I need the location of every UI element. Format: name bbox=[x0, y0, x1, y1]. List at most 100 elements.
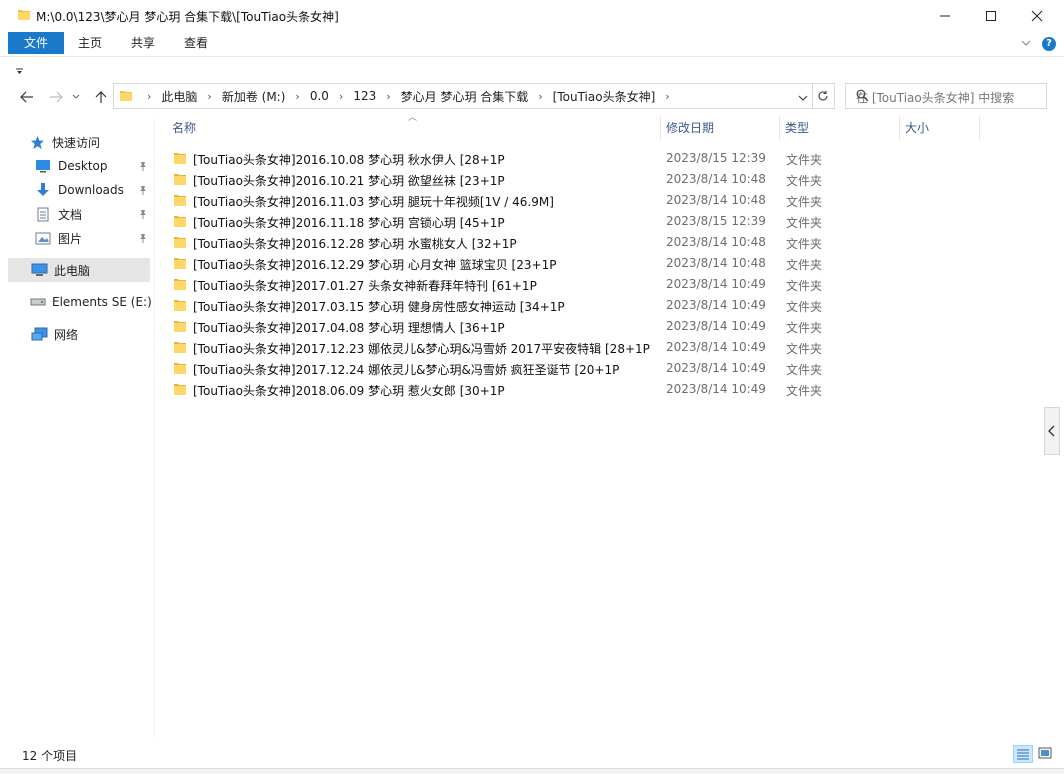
crumb-folder-00[interactable]: 0.0 bbox=[310, 89, 329, 103]
details-pane-toggle[interactable] bbox=[1044, 407, 1060, 455]
search-input[interactable]: 在 [TouTiao头条女神] 中搜索 bbox=[845, 83, 1047, 109]
chevron-right-icon[interactable]: › bbox=[339, 90, 343, 103]
table-row[interactable]: [TouTiao头条女神]2016.10.08 梦心玥 秋水伊人 [28+1P 2… bbox=[170, 148, 1025, 169]
pin-icon[interactable] bbox=[138, 184, 148, 198]
file-name[interactable]: [TouTiao头条女神]2017.12.24 娜依灵儿&梦心玥&冯雪娇 疯狂圣… bbox=[193, 361, 619, 378]
file-name[interactable]: [TouTiao头条女神]2018.06.09 梦心玥 惹火女郎 [30+1P bbox=[193, 382, 505, 399]
address-dropdown-icon[interactable] bbox=[798, 91, 808, 105]
folder-icon bbox=[173, 340, 187, 357]
file-name[interactable]: [TouTiao头条女神]2017.03.15 梦心玥 健身房性感女神运动 [3… bbox=[193, 298, 565, 315]
window-maximize-button[interactable] bbox=[968, 0, 1014, 31]
back-arrow-icon[interactable] bbox=[18, 88, 36, 106]
file-modified-date: 2023/8/14 10:49 bbox=[666, 277, 766, 291]
refresh-icon bbox=[818, 91, 828, 101]
table-row[interactable]: [TouTiao头条女神]2016.11.18 梦心玥 宫锁心玥 [45+1P 2… bbox=[170, 211, 1025, 232]
table-row[interactable]: [TouTiao头条女神]2016.12.29 梦心玥 心月女神 篮球宝贝 [2… bbox=[170, 253, 1025, 274]
table-row[interactable]: [TouTiao头条女神]2017.12.24 娜依灵儿&梦心玥&冯雪娇 疯狂圣… bbox=[170, 358, 1025, 379]
pin-icon[interactable] bbox=[138, 208, 148, 222]
nav-drive[interactable]: Elements SE (E:) bbox=[30, 290, 152, 314]
file-name[interactable]: [TouTiao头条女神]2016.10.21 梦心玥 欲望丝袜 [23+1P bbox=[193, 172, 505, 189]
nav-desktop[interactable]: Desktop bbox=[34, 154, 150, 178]
chevron-right-icon[interactable]: › bbox=[207, 90, 211, 103]
crumb-this-pc[interactable]: 此电脑 bbox=[161, 88, 197, 105]
dropdown-arrow-icon[interactable] bbox=[16, 65, 24, 79]
window-minimize-btn[interactable] bbox=[922, 0, 968, 31]
recent-locations-icon[interactable] bbox=[71, 88, 81, 106]
file-name[interactable]: [TouTiao头条女神]2016.12.29 梦心玥 心月女神 篮球宝贝 [2… bbox=[193, 256, 556, 273]
folder-icon bbox=[173, 298, 187, 315]
forward-arrow-icon[interactable] bbox=[47, 88, 65, 106]
help-icon[interactable]: ? bbox=[1042, 37, 1056, 51]
file-name[interactable]: [TouTiao头条女神]2016.12.28 梦心玥 水蜜桃女人 [32+1P bbox=[193, 235, 517, 252]
column-divider[interactable] bbox=[660, 116, 661, 140]
file-name[interactable]: [TouTiao头条女神]2016.11.03 梦心玥 腿玩十年视频[1V / … bbox=[193, 193, 554, 210]
table-row[interactable]: [TouTiao头条女神]2017.12.23 娜依灵儿&梦心玥&冯雪娇 201… bbox=[170, 337, 1025, 358]
window-title: M:\0.0\123\梦心月 梦心玥 合集下载\[TouTiao头条女神] bbox=[36, 10, 339, 24]
refresh-button[interactable] bbox=[812, 83, 835, 109]
folder-icon bbox=[173, 256, 187, 273]
chevron-down-icon[interactable] bbox=[1021, 37, 1031, 51]
file-type: 文件夹 bbox=[786, 342, 823, 356]
title-bar: M:\0.0\123\梦心月 梦心玥 合集下载\[TouTiao头条女神] bbox=[0, 0, 1064, 31]
file-modified-date: 2023/8/14 10:48 bbox=[666, 193, 766, 207]
file-name[interactable]: [TouTiao头条女神]2017.04.08 梦心玥 理想情人 [36+1P bbox=[193, 319, 505, 336]
tab-file[interactable]: 文件 bbox=[8, 32, 64, 54]
star-icon bbox=[28, 134, 46, 150]
column-header-name[interactable]: 名称 bbox=[172, 114, 196, 142]
file-modified-date: 2023/8/14 10:49 bbox=[666, 319, 766, 333]
crumb-folder-123[interactable]: 123 bbox=[353, 89, 376, 103]
table-row[interactable]: [TouTiao头条女神]2017.03.15 梦心玥 健身房性感女神运动 [3… bbox=[170, 295, 1025, 316]
chevron-right-icon[interactable]: › bbox=[538, 90, 542, 103]
nav-pictures[interactable]: 图片 bbox=[34, 226, 150, 250]
table-row[interactable]: [TouTiao头条女神]2018.06.09 梦心玥 惹火女郎 [30+1P 2… bbox=[170, 379, 1025, 400]
folder-icon bbox=[17, 7, 31, 24]
crumb-current[interactable]: [TouTiao头条女神] bbox=[553, 88, 656, 105]
file-name[interactable]: [TouTiao头条女神]2016.11.18 梦心玥 宫锁心玥 [45+1P bbox=[193, 214, 505, 231]
chevron-right-icon[interactable]: › bbox=[147, 90, 151, 103]
chevron-right-icon[interactable]: › bbox=[665, 90, 669, 103]
column-header-type[interactable]: 类型 bbox=[785, 114, 809, 142]
window-close-button[interactable] bbox=[1014, 0, 1060, 31]
column-divider[interactable] bbox=[979, 116, 980, 140]
nav-network[interactable]: 网络 bbox=[30, 322, 150, 346]
chevron-right-icon[interactable]: › bbox=[295, 90, 299, 103]
table-row[interactable]: [TouTiao头条女神]2016.11.03 梦心玥 腿玩十年视频[1V / … bbox=[170, 190, 1025, 211]
table-row[interactable]: [TouTiao头条女神]2017.04.08 梦心玥 理想情人 [36+1P 2… bbox=[170, 316, 1025, 337]
table-row[interactable]: [TouTiao头条女神]2017.01.27 头条女神新春拜年特刊 [61+1… bbox=[170, 274, 1025, 295]
large-icons-view-button[interactable] bbox=[1036, 745, 1054, 761]
folder-icon bbox=[173, 319, 187, 336]
table-row[interactable]: [TouTiao头条女神]2016.12.28 梦心玥 水蜜桃女人 [32+1P… bbox=[170, 232, 1025, 253]
picture-icon bbox=[34, 230, 52, 246]
address-bar[interactable]: › 此电脑 › 新加卷 (M:) › 0.0 › 123 › 梦心月 梦心玥 合… bbox=[113, 83, 813, 109]
column-divider[interactable] bbox=[899, 116, 900, 140]
crumb-drive[interactable]: 新加卷 (M:) bbox=[222, 88, 286, 105]
file-type: 文件夹 bbox=[786, 195, 823, 209]
table-row[interactable]: [TouTiao头条女神]2016.10.21 梦心玥 欲望丝袜 [23+1P 2… bbox=[170, 169, 1025, 190]
file-name[interactable]: [TouTiao头条女神]2017.01.27 头条女神新春拜年特刊 [61+1… bbox=[193, 277, 537, 294]
nav-this-pc[interactable]: 此电脑 bbox=[8, 258, 150, 282]
nav-quick-access[interactable]: 快速访问 bbox=[28, 130, 150, 154]
tab-share[interactable]: 共享 bbox=[123, 32, 163, 54]
details-view-button[interactable] bbox=[1013, 745, 1033, 763]
nav-downloads[interactable]: Downloads bbox=[34, 178, 150, 202]
chevron-right-icon[interactable]: › bbox=[386, 90, 390, 103]
nav-documents[interactable]: 文档 bbox=[34, 202, 150, 226]
file-list: ︿ 名称 修改日期 类型 大小 [TouTiao头条女神]2016.10.08 … bbox=[155, 113, 1040, 738]
tab-home[interactable]: 主页 bbox=[70, 32, 110, 54]
column-divider[interactable] bbox=[779, 116, 780, 140]
pin-icon[interactable] bbox=[138, 160, 148, 174]
file-modified-date: 2023/8/14 10:48 bbox=[666, 235, 766, 249]
up-arrow-icon[interactable] bbox=[92, 88, 110, 106]
crumb-collection[interactable]: 梦心月 梦心玥 合集下载 bbox=[401, 88, 529, 105]
pin-icon[interactable] bbox=[138, 232, 148, 246]
file-name[interactable]: [TouTiao头条女神]2017.12.23 娜依灵儿&梦心玥&冯雪娇 201… bbox=[193, 340, 650, 357]
folder-icon bbox=[173, 172, 187, 189]
file-name[interactable]: [TouTiao头条女神]2016.10.08 梦心玥 秋水伊人 [28+1P bbox=[193, 151, 505, 168]
file-modified-date: 2023/8/15 12:39 bbox=[666, 214, 766, 228]
search-icon[interactable] bbox=[856, 89, 1040, 105]
column-header-size[interactable]: 大小 bbox=[905, 114, 929, 142]
column-header-date[interactable]: 修改日期 bbox=[666, 114, 714, 142]
file-modified-date: 2023/8/14 10:49 bbox=[666, 340, 766, 354]
tab-view[interactable]: 查看 bbox=[176, 32, 216, 54]
file-type: 文件夹 bbox=[786, 321, 823, 335]
